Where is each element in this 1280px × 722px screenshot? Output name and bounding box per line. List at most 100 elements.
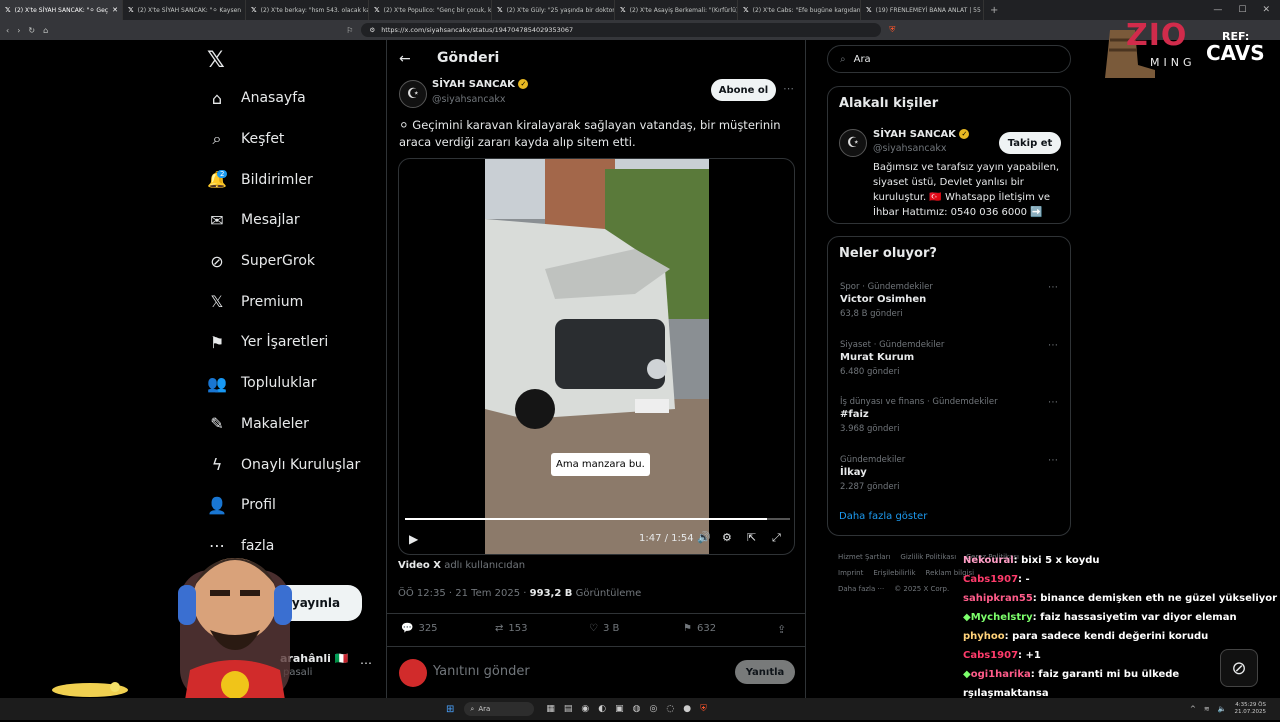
maximize-icon[interactable]: ☐ [1238,5,1246,15]
back-arrow-icon[interactable]: ‹ [6,26,9,35]
browser-tab[interactable]: 𝕏 (2) X'te SİYAH SANCAK: "⚪ Geç ✕ [0,0,123,20]
trend-more-icon[interactable]: ⋯ [1048,340,1058,351]
author-avatar[interactable]: ☪ [399,80,427,108]
footer-link[interactable]: Imprint [838,569,863,577]
browser-tab[interactable]: 𝕏(19) FRENLEMEYİ BANA ANLAT | 55✕ [861,0,984,20]
spotify-icon[interactable]: ◎ [650,704,658,714]
sidebar-item-articles[interactable]: ✎ Makaleler [195,404,385,445]
timestamp[interactable]: ÖÖ 12:35 · 21 Tem 2025 · [398,588,526,599]
wifi-icon[interactable]: ≋ [1204,705,1210,713]
share-icon[interactable]: ⇪ [777,623,786,636]
trend-more-icon[interactable]: ⋯ [1048,282,1058,293]
trend-more-icon[interactable]: ⋯ [1048,455,1058,466]
video-progress-track[interactable] [405,518,790,520]
bookmark-action[interactable]: ⚑ 632 [683,623,716,634]
account-menu-icon[interactable]: ⋯ [360,656,372,670]
tray-chevron-icon[interactable]: ^ [1190,705,1196,713]
clock[interactable]: 4:35:29 ÖS 21.07.2025 [1235,702,1267,716]
author-name[interactable]: SİYAH SANCAK [432,79,515,90]
reply-input[interactable]: Yanıtını gönder [433,664,530,679]
close-tab-icon[interactable]: ✕ [112,6,118,14]
show-more-link[interactable]: Daha fazla göster [839,511,927,522]
browser-tab[interactable]: 𝕏(2) X'te Populico: "Genç bir çocuk, kı✕ [369,0,492,20]
tab-label: (19) FRENLEMEYİ BANA ANLAT | 55 [875,6,981,14]
repost-count: 153 [508,623,528,634]
play-icon[interactable]: ▶ [409,532,418,546]
search-input[interactable]: Ara [854,54,871,65]
repost-action[interactable]: ⇄ 153 [495,623,527,634]
trend-more-icon[interactable]: ⋯ [1048,397,1058,408]
footer-link[interactable]: Gizlilik Politikası [900,553,956,561]
volume-icon[interactable]: 🔊 [697,531,711,544]
new-tab-button[interactable]: + [990,5,998,16]
mail-icon: ✉ [210,210,224,230]
speaker-icon[interactable]: 🔈 [1218,705,1227,713]
sidebar-item-bookmark[interactable]: ⚑ Yer İşaretleri [195,322,385,363]
chrome-icon[interactable]: ◉ [581,704,589,714]
browser-tab[interactable]: 𝕏(2) X'te Cabs: "Efe bugüne kargıdan k✕ [738,0,861,20]
search-box[interactable]: ⌕ Ara [827,45,1071,73]
discord-icon[interactable]: ◍ [633,704,641,714]
bookmark-page-icon[interactable]: ⚐ [346,26,353,35]
taskbar-search[interactable]: ⌕ Ara [464,702,535,716]
video-credit-name[interactable]: Video X [398,560,441,571]
pip-icon[interactable]: ⇱ [747,531,756,544]
sidebar-item-search[interactable]: ⌕ Keşfet [195,119,385,160]
sidebar-item-communities[interactable]: 👥 Topluluklar [195,363,385,404]
follow-button[interactable]: Takip et [999,132,1061,154]
minimize-icon[interactable]: — [1213,5,1222,15]
trend-item[interactable]: Gündemdekiler İlkay 2.287 gönderi ⋯ [828,447,1070,505]
author-handle[interactable]: @siyahsancakx [432,94,506,105]
chat-text: : faiz hassasiyetim var diyor eleman [1032,612,1237,623]
reply-button[interactable]: Yanıtla [735,660,795,684]
site-info-icon[interactable]: ⚙ [369,26,375,34]
sidebar-item-profile[interactable]: 👤 Profil [195,485,385,526]
reload-icon[interactable]: ↻ [28,26,35,35]
close-window-icon[interactable]: ✕ [1262,5,1270,15]
trend-item[interactable]: İş dünyası ve finans · Gündemdekiler #fai… [828,389,1070,447]
sidebar-item-grok[interactable]: ⊘ SuperGrok [195,241,385,282]
trend-item[interactable]: Spor · Gündemdekiler Victor Osimhen 63,8 B… [828,274,1070,332]
footer-link[interactable]: Erişilebilirlik [873,569,915,577]
sidebar-item-bell[interactable]: 🔔 2 Bildirimler [195,159,385,200]
shield-icon[interactable]: ⛨ [889,25,895,35]
sidebar-item-home[interactable]: ⌂ Anasayfa [195,78,385,119]
forward-arrow-icon[interactable]: › [17,26,20,35]
related-avatar[interactable]: ☪ [839,129,867,157]
store-icon[interactable]: ▣ [615,704,624,714]
browser-tab[interactable]: 𝕏(2) X'te berkay: "hsm 543. olacak kad✕ [246,0,369,20]
related-name[interactable]: SİYAH SANCAK [873,129,956,140]
video-player[interactable]: Ama manzara bu. ▶ 1:47 / 1:54 🔊 ⚙ ⇱ ⤢ [398,158,795,555]
chat-text: : binance demişken eth ne güzel yükseliy… [1032,593,1280,604]
widgets-icon[interactable]: ▦ [546,704,555,714]
obs-icon[interactable]: ● [683,704,691,714]
sidebar-item-lightning[interactable]: ϟ Onaylı Kuruluşlar [195,444,385,485]
steam-icon[interactable]: ◌ [666,704,674,714]
trend-item[interactable]: Siyaset · Gündemdekiler Murat Kurum 6.480 … [828,332,1070,390]
footer-link[interactable]: © 2025 X Corp. [894,585,949,593]
sidebar-item-mail[interactable]: ✉ Mesajlar [195,200,385,241]
sidebar-item-x-premium[interactable]: 𝕏 Premium [195,281,385,322]
footer-link[interactable]: Hizmet Şartları [838,553,890,561]
brave-icon[interactable]: ⛨ [700,704,707,714]
like-action[interactable]: ♡ 3 B [589,623,619,634]
x-logo-icon[interactable]: 𝕏 [195,42,385,78]
more-options-icon[interactable]: ⋯ [783,82,794,95]
grok-floating-icon[interactable]: ⊘ [1220,649,1258,687]
footer-link[interactable]: Daha fazla ··· [838,585,884,593]
fullscreen-icon[interactable]: ⤢ [772,531,781,545]
reply-action[interactable]: 💬 325 [401,623,438,634]
explorer-icon[interactable]: ▤ [564,704,573,714]
related-name-row[interactable]: SİYAH SANCAK ✓ [873,129,970,140]
settings-icon[interactable]: ⚙ [722,531,732,544]
home-browser-icon[interactable]: ⌂ [43,26,48,35]
url-bar[interactable]: ⚙ https://x.com/siyahsancakx/status/1947… [361,23,882,37]
browser-tab[interactable]: 𝕏(2) X'te Asayiş Berkemali: "(Kırfürlü)✕ [615,0,738,20]
browser-tab[interactable]: 𝕏(2) X'te SİYAH SANCAK: "⚪ Kaysen✕ [123,0,246,20]
browser-tab[interactable]: 𝕏(2) X'te Güly: "25 yaşında bir doktor✕ [492,0,615,20]
start-icon[interactable]: ⊞ [446,704,454,715]
back-icon[interactable]: ← [399,51,411,67]
author-name-row[interactable]: SİYAH SANCAK ✓ [432,79,529,90]
subscribe-button[interactable]: Abone ol [711,79,776,101]
edge-icon[interactable]: ◐ [598,704,606,714]
